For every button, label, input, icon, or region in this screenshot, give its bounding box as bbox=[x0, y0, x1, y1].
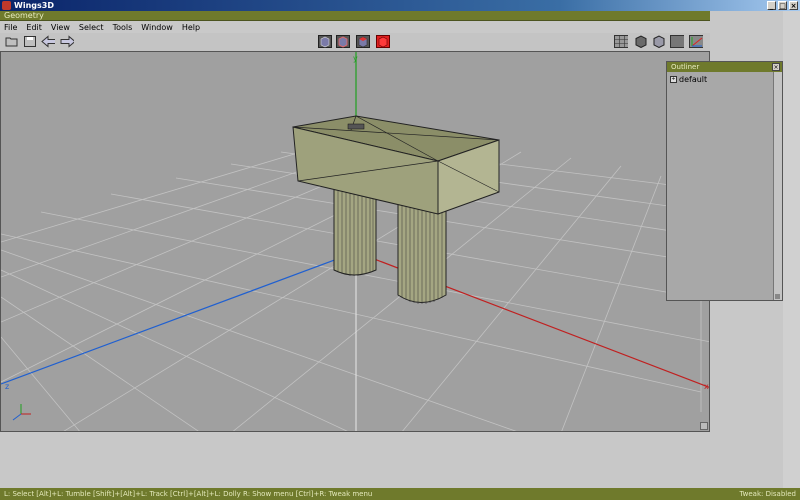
folder-icon: + bbox=[670, 76, 677, 83]
texture-icon[interactable] bbox=[670, 35, 684, 48]
geometry-viewport[interactable]: y z x bbox=[0, 51, 710, 432]
menu-tools[interactable]: Tools bbox=[109, 23, 138, 32]
x-axis-label: x bbox=[704, 382, 709, 391]
resize-grip-icon[interactable] bbox=[775, 294, 780, 299]
y-axis-label: y bbox=[353, 54, 358, 63]
axes-icon[interactable] bbox=[689, 35, 703, 48]
grid-icon[interactable] bbox=[614, 35, 628, 48]
menu-help[interactable]: Help bbox=[178, 23, 205, 32]
menu-window[interactable]: Window bbox=[137, 23, 178, 32]
face-mode-icon[interactable] bbox=[356, 35, 370, 48]
z-axis-label: z bbox=[5, 382, 9, 391]
shaded-icon[interactable] bbox=[652, 35, 666, 48]
edge-mode-icon[interactable] bbox=[336, 35, 350, 48]
orientation-gizmo bbox=[12, 404, 31, 421]
menu-file[interactable]: File bbox=[0, 23, 22, 32]
open-icon[interactable] bbox=[5, 35, 19, 48]
body-mode-icon[interactable] bbox=[376, 35, 390, 48]
close-icon[interactable]: × bbox=[789, 1, 798, 10]
menu-bar: File Edit View Select Tools Window Help bbox=[0, 21, 710, 33]
geometry-window-header[interactable]: Geometry bbox=[0, 11, 710, 21]
menu-edit[interactable]: Edit bbox=[22, 23, 47, 32]
right-panel-strip bbox=[783, 11, 800, 488]
top-slab[interactable] bbox=[292, 115, 500, 215]
scene-canvas[interactable]: y z x bbox=[1, 52, 710, 432]
menu-view[interactable]: View bbox=[47, 23, 75, 32]
wireframe-icon[interactable] bbox=[634, 35, 648, 48]
undo-arrow-icon[interactable] bbox=[41, 35, 55, 48]
outliner-item-label: default bbox=[679, 75, 708, 84]
wings3d-logo-icon bbox=[2, 1, 11, 10]
toolbar bbox=[0, 33, 710, 52]
status-bar: L: Select [Alt]+L: Tumble [Shift]+[Alt]+… bbox=[0, 488, 800, 500]
mouse-hints: L: Select [Alt]+L: Tumble [Shift]+[Alt]+… bbox=[4, 490, 373, 498]
tweak-status: Tweak: Disabled bbox=[739, 490, 797, 498]
save-icon[interactable] bbox=[23, 35, 37, 48]
outliner-item-default[interactable]: + default bbox=[670, 75, 707, 84]
viewport-resize-grip[interactable] bbox=[700, 422, 708, 430]
outliner-scrollbar[interactable] bbox=[773, 72, 782, 300]
maximize-icon[interactable]: □ bbox=[778, 1, 787, 10]
vertex-mode-icon[interactable] bbox=[318, 35, 332, 48]
window-titlebar: Wings3D _ □ × bbox=[0, 0, 800, 11]
minimize-icon[interactable]: _ bbox=[767, 1, 776, 10]
menu-select[interactable]: Select bbox=[75, 23, 109, 32]
redo-arrow-icon[interactable] bbox=[60, 35, 74, 48]
outliner-title: Outliner bbox=[671, 63, 700, 71]
outliner-window: Outliner × + default bbox=[666, 61, 783, 301]
outliner-header[interactable]: Outliner × bbox=[667, 62, 782, 72]
close-icon[interactable]: × bbox=[772, 63, 780, 71]
window-title: Wings3D bbox=[14, 1, 54, 10]
